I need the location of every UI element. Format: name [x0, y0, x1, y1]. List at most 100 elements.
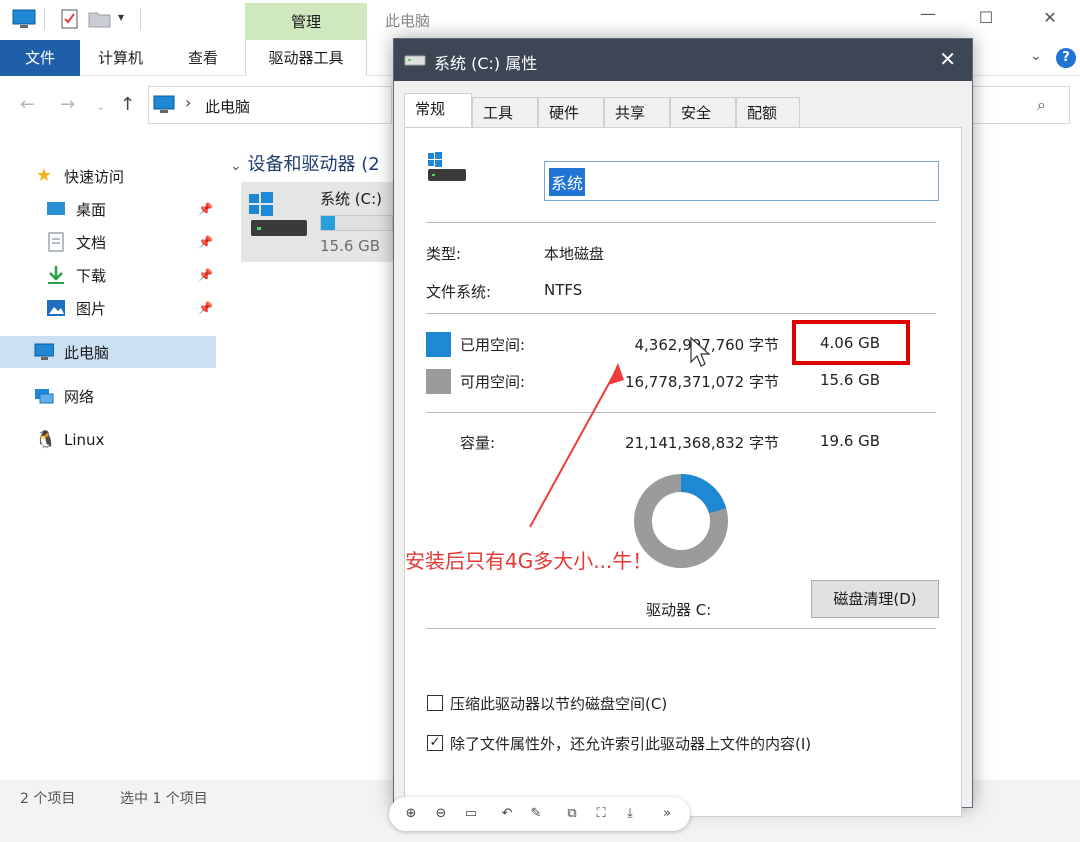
sidebar-item-quick-access[interactable]: ★ 快速访问: [0, 160, 216, 192]
mouse-cursor-icon: [690, 336, 711, 367]
star-icon: ★: [36, 165, 53, 186]
breadcrumb[interactable]: 此电脑: [205, 96, 250, 117]
drive-name: 系统 (C:): [320, 190, 382, 208]
tab-view[interactable]: 查看: [188, 40, 218, 76]
free-space-bytes: 16,778,371,072 字节: [624, 373, 779, 391]
title-bar: ▾ 管理 此电脑 — ☐ ✕: [0, 0, 1080, 41]
pin-icon[interactable]: 📌: [198, 202, 213, 216]
pin-icon[interactable]: 📌: [198, 235, 213, 249]
zoom-in-icon[interactable]: ⊕: [401, 804, 421, 824]
tab-sharing[interactable]: 共享: [604, 97, 670, 127]
tab-manage[interactable]: 管理: [245, 3, 367, 41]
tab-security[interactable]: 安全: [670, 97, 736, 127]
up-icon[interactable]: ↑: [120, 94, 135, 115]
drive-usage-fill: [321, 216, 336, 230]
tab-drive-tools[interactable]: 驱动器工具: [245, 40, 367, 76]
download-icon[interactable]: ⤓: [620, 804, 640, 824]
compress-drive-checkbox[interactable]: [427, 695, 443, 711]
sidebar-item-network[interactable]: 网络: [0, 380, 216, 412]
sidebar-item-label: 此电脑: [64, 343, 110, 362]
more-icon[interactable]: »: [657, 804, 677, 824]
close-icon[interactable]: ✕: [1040, 8, 1060, 30]
edit-icon[interactable]: ✎: [526, 804, 546, 824]
search-icon: ⌕: [1037, 95, 1046, 114]
divider: [426, 313, 936, 314]
rotate-icon[interactable]: ↶: [497, 804, 517, 824]
new-folder-icon[interactable]: [88, 8, 112, 30]
used-space-label: 已用空间:: [460, 336, 526, 354]
sidebar-item-downloads[interactable]: 下载 📌: [0, 259, 216, 291]
navigation-pane: ★ 快速访问 桌面 📌 文档 📌 下载 📌 图片 📌 此电脑 网络 🐧 Linu…: [0, 140, 220, 790]
file-system-label: 文件系统:: [426, 283, 492, 301]
desktop-icon: [47, 202, 65, 215]
network-icon: [35, 389, 54, 404]
zoom-out-icon[interactable]: ⊖: [431, 804, 451, 824]
fit-icon[interactable]: ▭: [461, 804, 481, 824]
customize-quick-access-icon[interactable]: ▾: [118, 10, 124, 24]
close-icon[interactable]: ✕: [939, 47, 956, 71]
computer-icon: [34, 343, 54, 360]
sidebar-item-desktop[interactable]: 桌面 📌: [0, 193, 216, 225]
minimize-icon[interactable]: —: [918, 4, 938, 26]
pictures-icon: [47, 300, 65, 316]
tab-file[interactable]: 文件: [0, 40, 80, 76]
maximize-icon[interactable]: ☐: [976, 8, 996, 30]
sidebar-item-label: 网络: [64, 387, 95, 406]
documents-icon: [48, 232, 64, 252]
toolbar-divider: [140, 8, 141, 30]
annotation-arrow: [529, 363, 624, 528]
viewer-toolbar: ⊕ ⊖ ▭ ↶ ✎ ⧉ ⛶ ⤓ »: [389, 797, 690, 831]
status-selected-count: 选中 1 个项目: [120, 791, 208, 807]
pin-icon[interactable]: 📌: [198, 301, 213, 315]
sidebar-item-label: Linux: [64, 431, 105, 449]
properties-icon[interactable]: [60, 8, 80, 30]
drive-free-space: 15.6 GB: [320, 237, 381, 255]
divider: [426, 628, 936, 629]
drive-icon: [404, 55, 426, 66]
help-icon[interactable]: ?: [1056, 48, 1076, 68]
index-contents-label[interactable]: 除了文件属性外，还允许索引此驱动器上文件的内容(I): [450, 733, 811, 754]
tab-tools[interactable]: 工具: [472, 97, 538, 127]
window-title: 此电脑: [385, 12, 431, 30]
tab-hardware[interactable]: 硬件: [538, 97, 604, 127]
tab-quota[interactable]: 配额: [736, 97, 800, 127]
copy-icon[interactable]: ⧉: [562, 804, 582, 824]
annotation-text: 安装后只有4G多大小...牛！: [405, 549, 653, 573]
windows-drive-icon: [428, 152, 466, 181]
recent-locations-icon[interactable]: ⌄: [96, 100, 105, 113]
expand-ribbon-icon[interactable]: ⌄: [1030, 48, 1042, 64]
capacity-size: 19.6 GB: [820, 432, 881, 450]
pin-icon[interactable]: 📌: [198, 268, 213, 282]
sidebar-item-this-pc[interactable]: 此电脑: [0, 336, 216, 368]
drive-usage-bar: [320, 215, 393, 231]
breadcrumb-separator: ›: [185, 93, 192, 112]
drive-properties-dialog: 系统 (C:) 属性 ✕ 常规 工具 硬件 共享 安全 配额 系统 类型: 本地…: [393, 38, 973, 817]
toolbar-divider: [44, 8, 45, 30]
devices-and-drives-header[interactable]: ⌄ 设备和驱动器 (2: [230, 150, 380, 176]
sidebar-item-linux[interactable]: 🐧 Linux: [0, 424, 216, 456]
sidebar-item-pictures[interactable]: 图片 📌: [0, 292, 216, 324]
computer-icon: [12, 9, 36, 28]
forward-icon[interactable]: →: [60, 94, 75, 115]
scan-icon[interactable]: ⛶: [591, 804, 611, 824]
group-header-label: 设备和驱动器 (2: [247, 154, 380, 175]
capacity-label: 容量:: [460, 434, 496, 452]
tab-computer[interactable]: 计算机: [98, 40, 143, 76]
search-input[interactable]: ⌕: [970, 86, 1070, 124]
compress-drive-label[interactable]: 压缩此驱动器以节约磁盘空间(C): [450, 693, 667, 714]
disk-cleanup-button[interactable]: 磁盘清理(D): [811, 580, 939, 618]
address-bar[interactable]: › 此电脑: [148, 86, 392, 124]
sidebar-item-documents[interactable]: 文档 📌: [0, 226, 216, 258]
computer-icon: [153, 95, 175, 113]
status-item-count: 2 个项目: [20, 791, 76, 807]
sidebar-item-label: 桌面: [76, 200, 107, 219]
sidebar-item-label: 图片: [76, 299, 107, 318]
dialog-title-bar[interactable]: 系统 (C:) 属性 ✕: [394, 39, 972, 81]
volume-name-value: 系统: [549, 168, 586, 196]
back-icon[interactable]: ←: [20, 94, 35, 115]
volume-name-input[interactable]: 系统: [544, 161, 939, 201]
tab-general[interactable]: 常规: [404, 93, 472, 127]
sidebar-item-label: 文档: [76, 233, 107, 252]
free-space-swatch: [426, 369, 451, 394]
index-contents-checkbox[interactable]: ✓: [427, 735, 443, 751]
